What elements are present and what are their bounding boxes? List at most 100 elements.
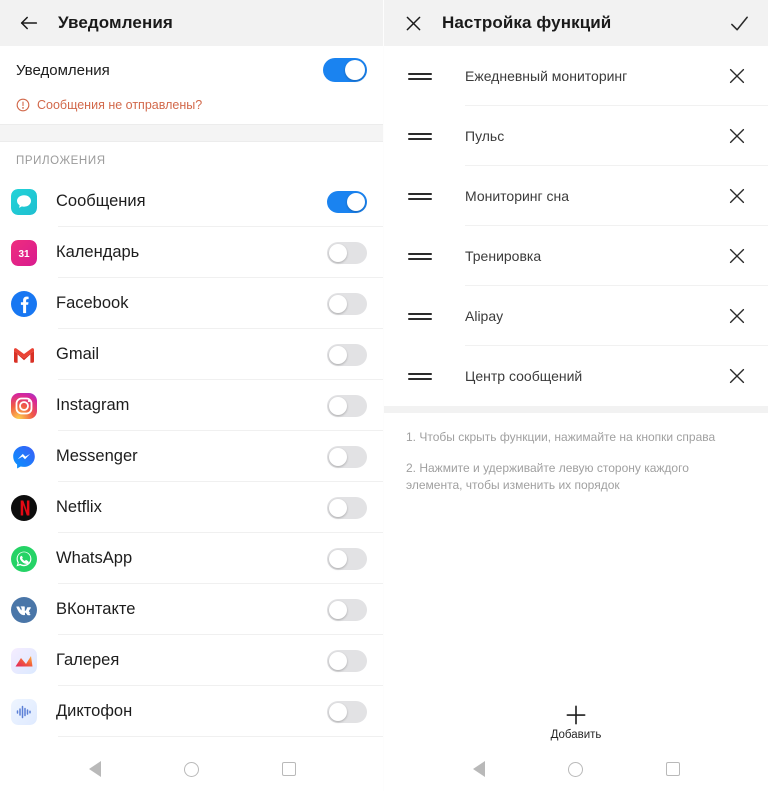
list-item[interactable]: Ежедневный мониторинг xyxy=(384,46,768,106)
app-toggle[interactable] xyxy=(327,343,367,366)
remove-x-icon[interactable] xyxy=(726,185,748,207)
master-notifications-row[interactable]: Уведомления xyxy=(0,46,383,94)
toggle-knob xyxy=(329,498,347,517)
list-item-label: Диктофон xyxy=(56,702,133,720)
add-feature-button[interactable]: Добавить xyxy=(384,702,768,747)
list-item-label: Мониторинг сна xyxy=(465,188,570,204)
list-item[interactable]: 31 Календарь xyxy=(0,227,383,278)
drag-handle-icon[interactable] xyxy=(408,132,432,140)
remove-x-icon[interactable] xyxy=(726,305,748,327)
calendar-icon: 31 xyxy=(10,239,38,267)
list-item[interactable]: Диктофон xyxy=(0,686,383,737)
app-toggle[interactable] xyxy=(327,700,367,723)
section-separator xyxy=(0,124,383,142)
home-circle-icon[interactable] xyxy=(183,760,201,778)
hints-block: 1. Чтобы скрыть функции, нажимайте на кн… xyxy=(384,413,768,494)
list-item[interactable]: Галерея xyxy=(0,635,383,686)
toggle-knob xyxy=(329,651,347,670)
list-item-label: Messenger xyxy=(56,447,138,465)
flex-spacer xyxy=(384,494,768,702)
remove-x-icon[interactable] xyxy=(726,365,748,387)
gallery-icon xyxy=(10,647,38,675)
list-item-label: Alipay xyxy=(465,308,504,324)
recents-square-icon[interactable] xyxy=(280,760,298,778)
exclamation-circle-icon xyxy=(16,98,30,112)
remove-x-icon[interactable] xyxy=(726,245,748,267)
list-item[interactable]: Сообщения xyxy=(0,176,383,227)
messenger-icon xyxy=(10,443,38,471)
recorder-icon xyxy=(10,698,38,726)
gmail-icon xyxy=(10,341,38,369)
list-item[interactable]: Instagram xyxy=(0,380,383,431)
close-x-icon[interactable] xyxy=(398,8,428,38)
plus-icon xyxy=(563,702,589,728)
list-item[interactable]: ВКонтакте xyxy=(0,584,383,635)
list-item-label: Gmail xyxy=(56,345,100,363)
page-title: Уведомления xyxy=(58,13,173,32)
list-item[interactable]: Facebook xyxy=(0,278,383,329)
right-navbar xyxy=(384,747,768,791)
app-toggle[interactable] xyxy=(327,241,367,264)
app-toggle[interactable] xyxy=(327,547,367,570)
list-item[interactable]: Messenger xyxy=(0,431,383,482)
toggle-knob xyxy=(329,600,347,619)
remove-x-icon[interactable] xyxy=(726,65,748,87)
drag-handle-icon[interactable] xyxy=(408,372,432,380)
toggle-knob xyxy=(329,702,347,721)
list-item[interactable]: Тренировка xyxy=(384,226,768,286)
list-item-label: Netflix xyxy=(56,498,102,516)
arrow-left-icon[interactable] xyxy=(14,8,44,38)
back-triangle-icon[interactable] xyxy=(86,760,104,778)
back-triangle-icon[interactable] xyxy=(470,760,488,778)
app-toggle[interactable] xyxy=(327,190,367,213)
list-hints-separator xyxy=(384,406,768,413)
whatsapp-icon xyxy=(10,545,38,573)
left-appbar: Уведомления xyxy=(0,0,383,46)
recents-square-icon[interactable] xyxy=(664,760,682,778)
app-toggle[interactable] xyxy=(327,649,367,672)
facebook-icon xyxy=(10,290,38,318)
list-item[interactable]: Alipay xyxy=(384,286,768,346)
list-item[interactable]: Центр сообщений xyxy=(384,346,768,406)
remove-x-icon[interactable] xyxy=(726,125,748,147)
home-circle-icon[interactable] xyxy=(567,760,585,778)
toggle-knob xyxy=(329,549,347,568)
list-item-label: Facebook xyxy=(56,294,129,312)
left-navbar xyxy=(0,747,383,791)
netflix-icon xyxy=(10,494,38,522)
list-item-label: ВКонтакте xyxy=(56,600,136,618)
app-toggle[interactable] xyxy=(327,292,367,315)
toggle-knob xyxy=(345,60,365,80)
list-item[interactable]: Gmail xyxy=(0,329,383,380)
toggle-knob xyxy=(329,294,347,313)
list-item[interactable]: Мониторинг сна xyxy=(384,166,768,226)
check-icon[interactable] xyxy=(724,8,754,38)
hint-text-1: 1. Чтобы скрыть функции, нажимайте на кн… xyxy=(406,430,716,444)
list-item[interactable]: WhatsApp xyxy=(0,533,383,584)
list-item-label: WhatsApp xyxy=(56,549,133,567)
master-notifications-label: Уведомления xyxy=(16,61,110,79)
page-title: Настройка функций xyxy=(442,13,612,32)
toggle-knob xyxy=(347,192,365,211)
warning-row[interactable]: Сообщения не отправлены? xyxy=(0,94,383,124)
drag-handle-icon[interactable] xyxy=(408,72,432,80)
list-item-label: Календарь xyxy=(56,243,140,261)
list-item-label: Тренировка xyxy=(465,248,542,264)
app-toggle[interactable] xyxy=(327,496,367,519)
app-toggle[interactable] xyxy=(327,394,367,417)
master-notifications-toggle[interactable] xyxy=(323,58,367,82)
drag-handle-icon[interactable] xyxy=(408,252,432,260)
drag-handle-icon[interactable] xyxy=(408,192,432,200)
feature-list: Ежедневный мониторинг Пульс Мониторинг с… xyxy=(384,46,768,406)
dual-screenshot: Уведомления Уведомления Сообщения не отп… xyxy=(0,0,768,791)
app-list: Сообщения 31 Календарь Facebook Gmail In… xyxy=(0,176,383,747)
app-toggle[interactable] xyxy=(327,598,367,621)
list-item-label: Ежедневный мониторинг xyxy=(465,68,628,84)
list-item[interactable]: Netflix xyxy=(0,482,383,533)
messages-icon xyxy=(10,188,38,216)
drag-handle-icon[interactable] xyxy=(408,312,432,320)
toggle-knob xyxy=(329,345,347,364)
app-toggle[interactable] xyxy=(327,445,367,468)
list-item[interactable]: Пульс xyxy=(384,106,768,166)
toggle-knob xyxy=(329,243,347,262)
